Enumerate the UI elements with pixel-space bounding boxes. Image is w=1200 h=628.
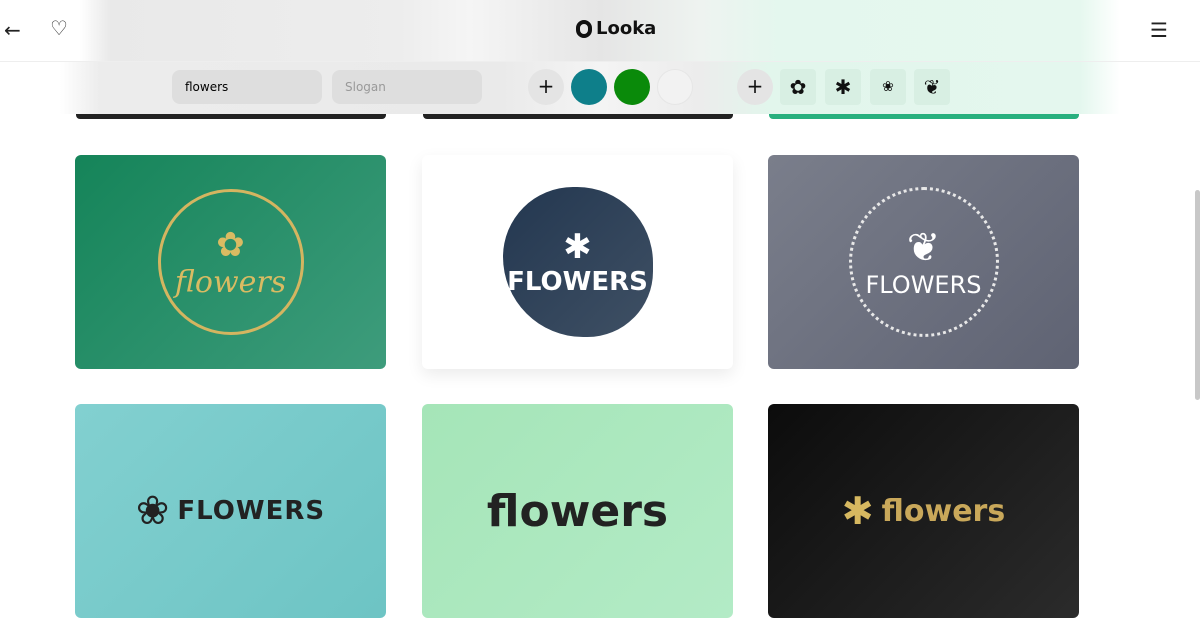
rose-icon[interactable]: ❦ <box>914 69 950 105</box>
color-swatch-green[interactable] <box>614 69 650 105</box>
arrow-left-icon[interactable]: ← <box>4 18 21 42</box>
star-flower-icon[interactable]: ✱ <box>825 69 861 105</box>
logo-card[interactable]: ❀ FLOWERS <box>75 404 386 618</box>
logo-card[interactable]: ❦ FLOWERS <box>768 155 1079 369</box>
logo-card[interactable]: flowers <box>422 404 733 618</box>
logo-text: FLOWERS <box>177 496 326 526</box>
logo-card[interactable]: ✱ flowers <box>768 404 1079 618</box>
brand-logo[interactable]: Looka <box>576 18 656 39</box>
logo-text: flowers <box>486 485 669 537</box>
logo-text: FLOWERS <box>507 267 648 297</box>
rose-outline-icon[interactable]: ❀ <box>870 69 906 105</box>
name-input[interactable]: flowers <box>172 70 322 104</box>
card-edge <box>769 114 1079 119</box>
looka-logo-icon <box>576 19 592 38</box>
flower-icon: ✿ <box>216 224 245 265</box>
scrollbar[interactable] <box>1195 190 1200 400</box>
color-swatch-teal[interactable] <box>571 69 607 105</box>
flower-icon[interactable]: ✿ <box>780 69 816 105</box>
heart-icon[interactable]: ♡ <box>50 16 68 40</box>
logo-text: flowers <box>881 493 1006 529</box>
hamburger-menu-icon[interactable]: ☰ <box>1150 18 1168 42</box>
rose-icon: ❦ <box>906 225 941 271</box>
logo-card[interactable]: ✿ flowers <box>75 155 386 369</box>
editor-toolbar: flowers Slogan + + ✿ ✱ ❀ ❦ <box>0 62 1200 114</box>
add-symbol-button[interactable]: + <box>737 69 773 105</box>
star-flower-icon: ✱ <box>563 227 592 267</box>
logo-card[interactable]: ✱ FLOWERS <box>422 155 733 369</box>
color-swatch-white[interactable] <box>657 69 693 105</box>
star-flower-icon: ✱ <box>841 489 874 533</box>
card-edge <box>76 114 386 119</box>
card-edge <box>423 114 733 119</box>
rose-outline-icon: ❀ <box>135 488 170 534</box>
add-color-button[interactable]: + <box>528 69 564 105</box>
top-nav: ← ♡ Looka ☰ <box>0 0 1200 62</box>
logo-text: flowers <box>174 264 287 300</box>
brand-name: Looka <box>596 18 657 39</box>
logo-text: FLOWERS <box>865 271 982 299</box>
slogan-input[interactable]: Slogan <box>332 70 482 104</box>
